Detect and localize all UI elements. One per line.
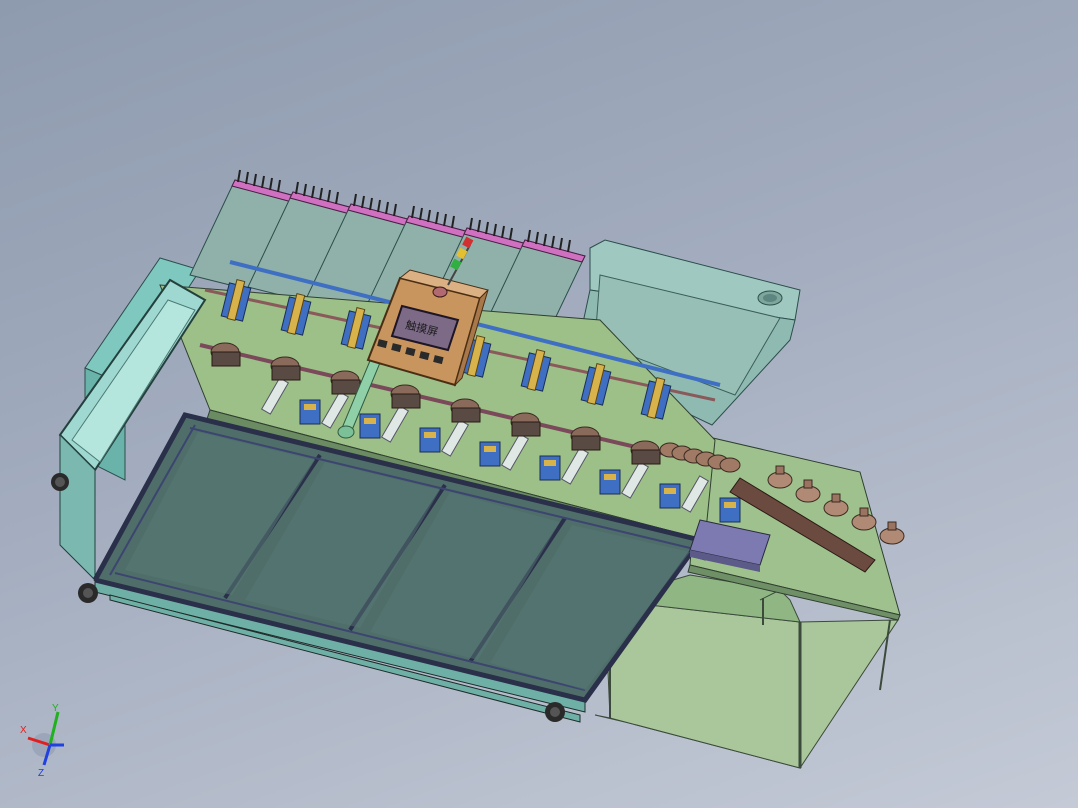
z-axis-label: Z xyxy=(38,768,44,779)
x-axis-label: X xyxy=(20,725,27,736)
cad-viewport[interactable]: 触摸屏 X Y Z xyxy=(0,0,1078,808)
y-axis-label: Y xyxy=(52,703,59,714)
axis-triad: X Y Z xyxy=(20,703,64,779)
emergency-stop xyxy=(432,286,448,298)
machine-assembly-model[interactable]: 触摸屏 X Y Z xyxy=(0,0,1078,808)
bottle-5 xyxy=(879,521,905,545)
